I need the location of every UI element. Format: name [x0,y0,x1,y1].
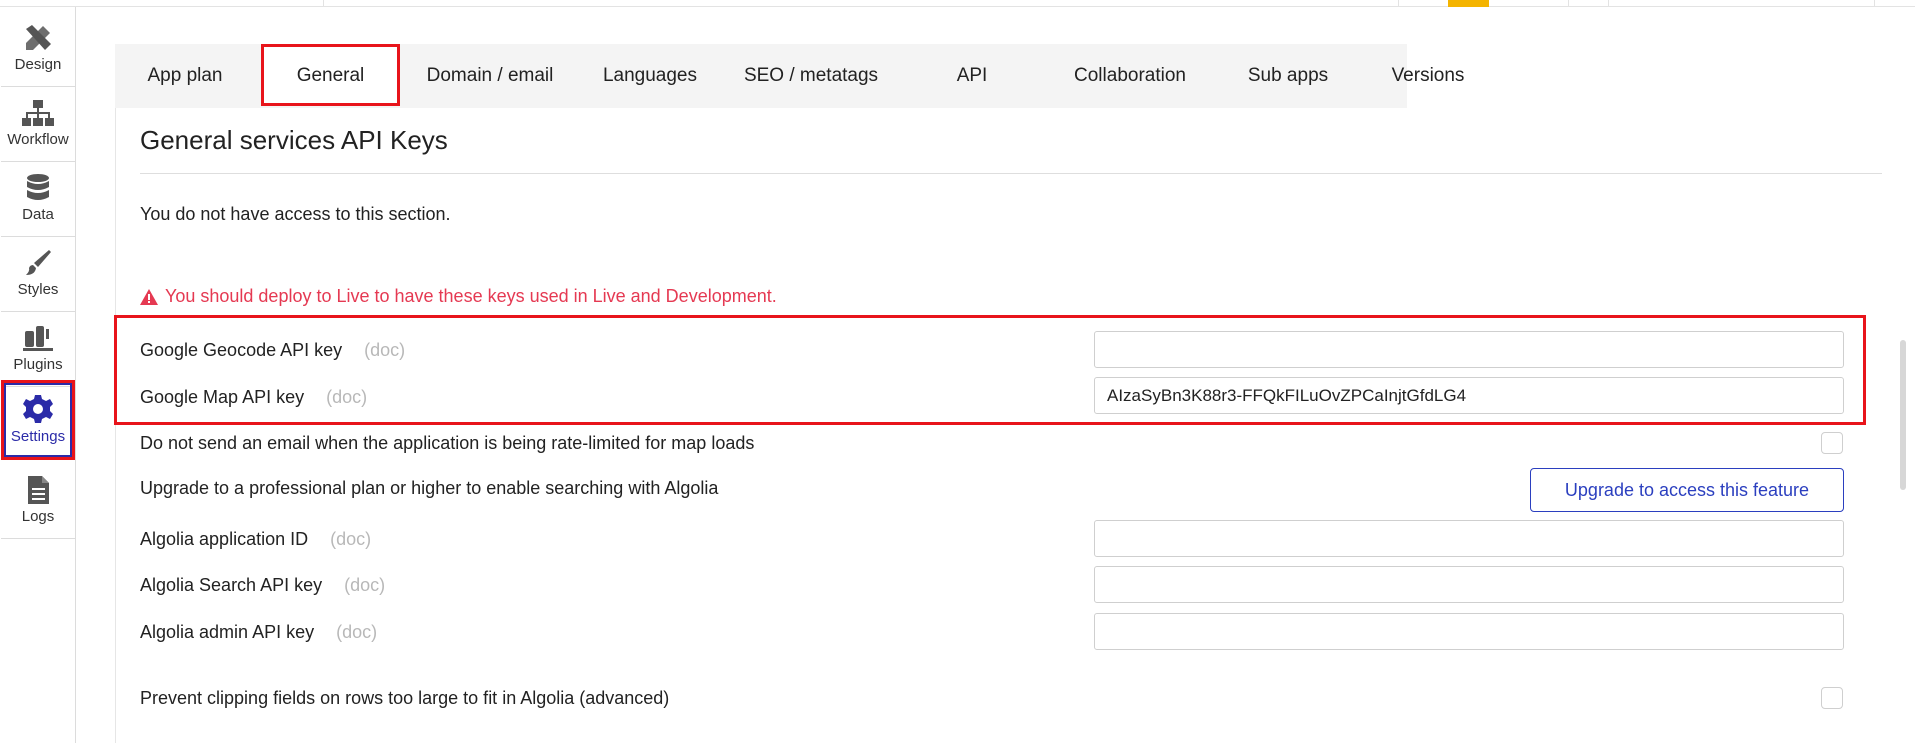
algolia-admin-label: Algolia admin API key [140,622,315,642]
algolia-search-doc-link[interactable]: (doc) [344,575,385,595]
brush-icon [26,250,51,275]
upgrade-button[interactable]: Upgrade to access this feature [1530,468,1844,512]
gear-icon [23,395,53,423]
settings-tab-bar: App plan General Domain / email Language… [115,44,1464,108]
warning-text: You should deploy to Live to have these … [165,286,777,306]
algolia-upgrade-label: Upgrade to a professional plan or higher… [140,478,719,498]
top-toolbar [0,0,1915,7]
rate-limit-checkbox[interactable] [1821,432,1843,454]
tab-general[interactable]: General [261,44,400,106]
toolbar-divider [323,0,324,7]
algolia-app-id-doc-link[interactable]: (doc) [330,529,371,549]
warning-icon [140,288,158,305]
sidebar-item-label: Design [14,56,62,73]
toolbar-divider [1568,0,1569,7]
map-api-key-input[interactable] [1094,377,1844,414]
map-label: Google Map API key [140,387,305,407]
prevent-clipping-label: Prevent clipping fields on rows too larg… [140,688,670,708]
algolia-app-id-row-label: Algolia application ID (doc) [140,529,371,550]
sidebar-item-label: Settings [10,428,66,445]
sidebar-item-styles[interactable]: Styles [1,238,75,312]
sidebar-item-data[interactable]: Data [1,163,75,237]
toolbar-divider [1398,0,1399,7]
sidebar-item-logs[interactable]: Logs [1,465,75,539]
algolia-admin-doc-link[interactable]: (doc) [336,622,377,642]
algolia-admin-key-input[interactable] [1094,613,1844,650]
algolia-search-key-input[interactable] [1094,566,1844,603]
vertical-scrollbar[interactable] [1900,340,1906,490]
no-access-message: You do not have access to this section. [140,204,451,224]
geocode-label: Google Geocode API key [140,340,343,360]
sidebar-item-workflow[interactable]: Workflow [1,88,75,162]
map-doc-link[interactable]: (doc) [326,387,367,407]
workflow-icon [22,100,54,126]
toolbar-divider [1608,0,1609,7]
sidebar-item-settings[interactable]: Settings [1,380,75,460]
title-divider [140,173,1882,174]
sidebar-item-label: Workflow [7,131,69,148]
algolia-app-id-label: Algolia application ID [140,529,309,549]
sidebar-item-label: Logs [21,508,55,525]
toolbar-accent-tab[interactable] [1448,0,1489,7]
plug-icon [23,326,53,351]
sidebar-item-plugins[interactable]: Plugins [1,313,75,387]
sidebar-item-design[interactable]: Design [1,13,75,87]
algolia-admin-row-label: Algolia admin API key (doc) [140,622,377,643]
geocode-row-label: Google Geocode API key (doc) [140,340,405,361]
geocode-doc-link[interactable]: (doc) [364,340,405,360]
tab-seo-metatags[interactable]: SEO / metatags [720,44,902,108]
design-icon [26,25,51,50]
rate-limit-label: Do not send an email when the applicatio… [140,433,755,453]
algolia-search-label: Algolia Search API key [140,575,323,595]
prevent-clipping-checkbox[interactable] [1821,687,1843,709]
sidebar-item-label: Data [22,206,54,223]
sidebar-item-label: Plugins [13,356,63,373]
map-row-label: Google Map API key (doc) [140,387,367,408]
tab-sub-apps[interactable]: Sub apps [1218,44,1358,108]
deploy-warning: You should deploy to Live to have these … [140,286,777,307]
section-title: General services API Keys [140,125,448,155]
tab-api[interactable]: API [902,44,1042,108]
sidebar-item-label: Styles [17,281,59,298]
database-icon [27,174,49,200]
tab-collaboration[interactable]: Collaboration [1042,44,1218,108]
tab-domain-email[interactable]: Domain / email [400,44,580,108]
algolia-app-id-input[interactable] [1094,520,1844,557]
toolbar-divider [1874,0,1875,7]
document-icon [28,476,49,504]
geocode-api-key-input[interactable] [1094,331,1844,368]
tab-languages[interactable]: Languages [580,44,720,108]
algolia-search-row-label: Algolia Search API key (doc) [140,575,385,596]
tab-app-plan[interactable]: App plan [115,44,255,108]
left-sidebar: Design Workflow Data Styles Plugins Sett… [0,7,76,743]
tab-versions[interactable]: Versions [1358,44,1498,108]
